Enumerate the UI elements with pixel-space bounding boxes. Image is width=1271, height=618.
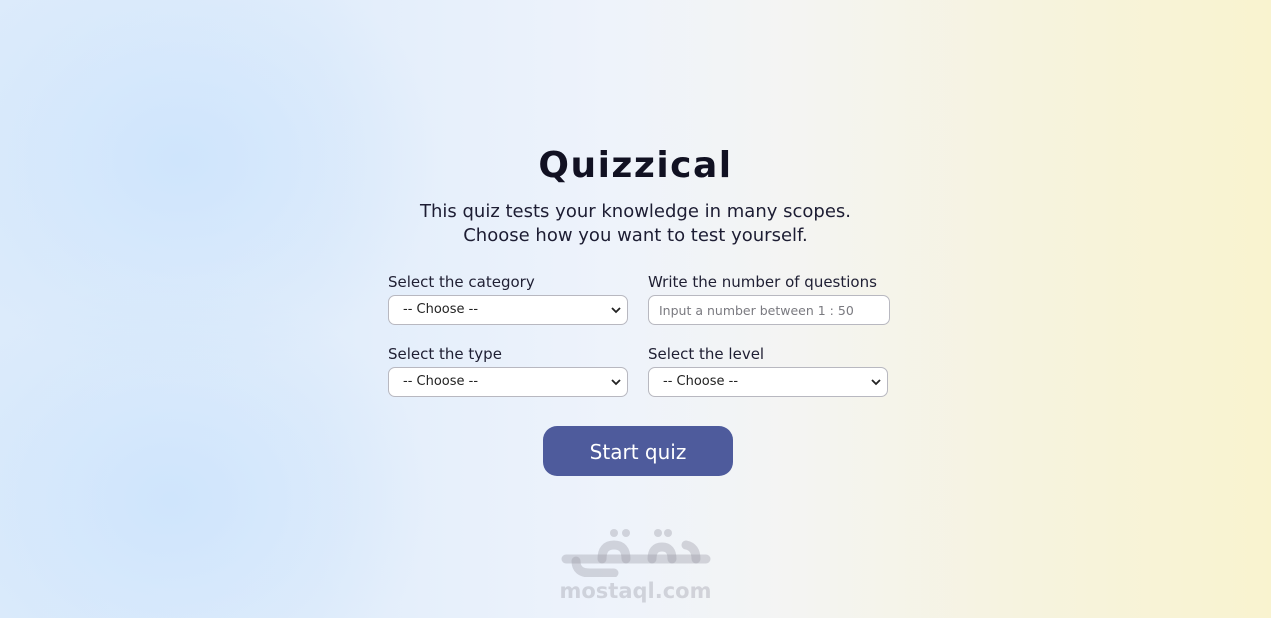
- type-select[interactable]: -- Choose --: [388, 367, 628, 397]
- category-field: Select the category -- Choose --: [388, 273, 628, 325]
- watermark-text: mostaql.com: [559, 579, 712, 603]
- page-subtitle: This quiz tests your knowledge in many s…: [0, 200, 1271, 248]
- subtitle-line-1: This quiz tests your knowledge in many s…: [419, 201, 852, 222]
- page-title: Quizzical: [538, 145, 733, 186]
- start-quiz-button[interactable]: Start quiz: [543, 426, 733, 476]
- level-selected-value: -- Choose --: [663, 374, 739, 389]
- category-select[interactable]: -- Choose --: [388, 295, 628, 325]
- category-selected-value: -- Choose --: [403, 302, 479, 317]
- quiz-setup-panel: Quizzical This quiz tests your knowledge…: [0, 140, 1271, 476]
- category-label: Select the category: [388, 273, 535, 291]
- watermark: mostaql.com: [0, 525, 1271, 603]
- chevron-down-icon: [871, 379, 881, 386]
- level-label: Select the level: [648, 345, 765, 363]
- level-field: Select the level -- Choose --: [648, 345, 890, 397]
- type-label: Select the type: [388, 345, 502, 363]
- chevron-down-icon: [611, 379, 621, 386]
- type-field: Select the type -- Choose --: [388, 345, 628, 397]
- level-select[interactable]: -- Choose --: [648, 367, 888, 397]
- number-label: Write the number of questions: [648, 273, 877, 291]
- chevron-down-icon: [611, 307, 621, 314]
- number-of-questions-input[interactable]: [648, 295, 890, 325]
- number-field: Write the number of questions: [648, 273, 890, 325]
- quiz-options-form: Select the category -- Choose -- Write t…: [388, 273, 890, 397]
- type-selected-value: -- Choose --: [403, 374, 479, 389]
- watermark-logo: [0, 525, 1271, 577]
- subtitle-line-2: Choose how you want to test yourself.: [463, 225, 808, 246]
